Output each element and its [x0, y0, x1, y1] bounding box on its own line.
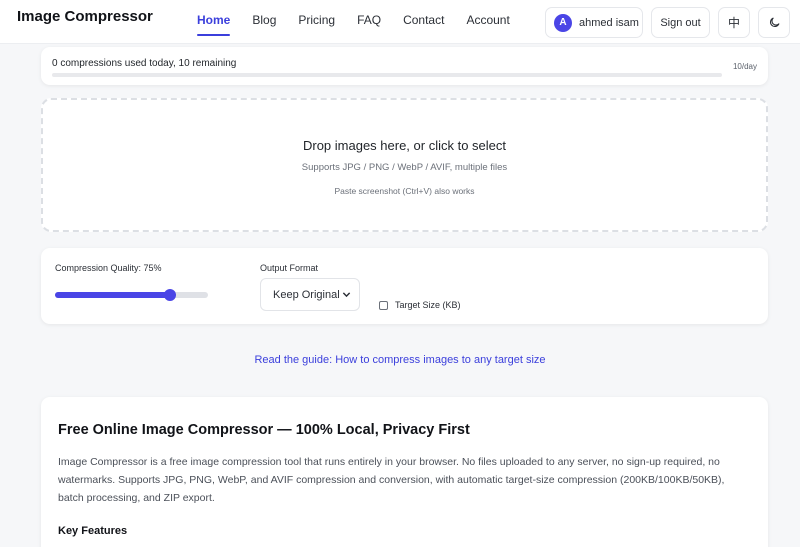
quality-slider-fill — [55, 292, 170, 298]
image-drop-zone[interactable]: Drop images here, or click to select Sup… — [41, 98, 768, 232]
nav-contact[interactable]: Contact — [403, 13, 444, 36]
brand-logo-text[interactable]: Image Compressor — [17, 8, 153, 25]
nav-faq[interactable]: FAQ — [357, 13, 381, 36]
usage-progress-bar — [52, 73, 722, 77]
user-name: ahmed isam — [579, 16, 639, 29]
output-format-label: Output Format — [260, 263, 319, 273]
chevron-down-icon — [342, 292, 351, 298]
target-size-label: Target Size (KB) — [395, 300, 461, 310]
info-section: Free Online Image Compressor — 100% Loca… — [41, 397, 768, 547]
top-navigation-bar: Image Compressor Home Blog Pricing FAQ C… — [0, 0, 800, 44]
sign-out-button[interactable]: Sign out — [651, 7, 710, 38]
drop-zone-title: Drop images here, or click to select — [302, 138, 507, 153]
quality-slider-thumb[interactable] — [163, 289, 176, 301]
info-title: Free Online Image Compressor — 100% Loca… — [58, 422, 470, 438]
compression-settings-card: Compression Quality: 75% Output Format K… — [41, 248, 768, 324]
language-toggle-button[interactable]: 中 — [718, 7, 750, 38]
nav-blog[interactable]: Blog — [252, 13, 276, 36]
quality-slider[interactable] — [55, 289, 208, 301]
drop-zone-paste-hint: Paste screenshot (Ctrl+V) also works — [334, 186, 475, 196]
user-menu-button[interactable]: A ahmed isam — [545, 7, 643, 38]
usage-card: 0 compressions used today, 10 remaining … — [41, 47, 768, 85]
output-format-value: Keep Original — [273, 288, 340, 301]
info-description: Image Compressor is a free image compres… — [58, 456, 725, 504]
usage-text: 0 compressions used today, 10 remaining — [52, 58, 237, 69]
nav-pricing[interactable]: Pricing — [298, 13, 335, 36]
target-size-checkbox[interactable] — [379, 301, 388, 310]
avatar: A — [554, 13, 572, 32]
quality-label: Compression Quality: 75% — [55, 263, 162, 273]
main-nav: Home Blog Pricing FAQ Contact Account — [197, 13, 532, 36]
key-features-heading: Key Features — [58, 525, 128, 537]
nav-home[interactable]: Home — [197, 13, 231, 36]
nav-account[interactable]: Account — [466, 13, 509, 36]
output-format-select[interactable]: Keep Original — [260, 278, 360, 311]
drop-zone-formats: Supports JPG / PNG / WebP / AVIF, multip… — [301, 162, 508, 173]
theme-toggle-button[interactable] — [758, 7, 790, 38]
guide-link[interactable]: Read the guide: How to compress images t… — [0, 354, 800, 366]
usage-limit: 10/day — [732, 62, 757, 71]
moon-icon — [769, 17, 779, 28]
